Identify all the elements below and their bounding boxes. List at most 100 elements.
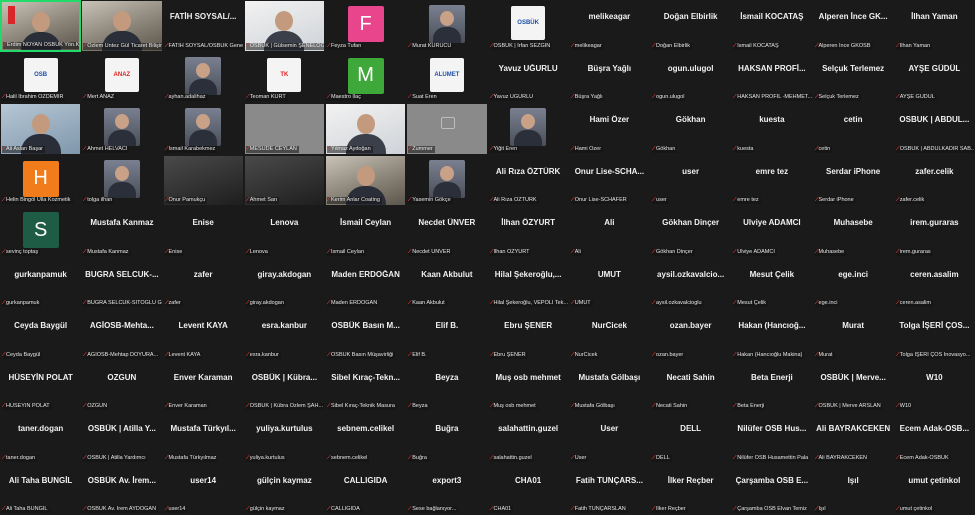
participant-tile[interactable]: user ⁄ user (650, 154, 732, 206)
participant-tile[interactable]: AYŞE GÜDÜL ⁄ AYŞE GÜDÜL (893, 51, 975, 103)
participant-tile[interactable]: DELL ⁄ DELL (650, 412, 732, 464)
participant-tile[interactable]: export3 ⁄ Sese bağlanıyor... (406, 463, 488, 515)
participant-tile[interactable]: OSBÜK | Kübra... ⁄ OSBÜK | Kübra Özlem ŞAH… (243, 360, 325, 412)
participant-tile[interactable]: sebnem.celikel ⁄ sebnem.celikel (325, 412, 407, 464)
participant-tile[interactable]: İlker Reçber ⁄ İlker Reçber (650, 463, 732, 515)
participant-tile[interactable]: İsmail KOCATAŞ ⁄ İsmail KOCATAŞ (731, 0, 813, 52)
participant-tile[interactable]: zafer.celik ⁄ zafer.celik (893, 154, 975, 206)
participant-tile[interactable]: Yavuz UĞURLU ⁄ Yavuz UĞURLU (487, 51, 569, 103)
participant-tile[interactable]: ogun.ulugol ⁄ ogun.ulugol (650, 51, 732, 103)
participant-tile[interactable]: Elif B. ⁄ Elif B. (406, 309, 488, 361)
participant-tile[interactable]: cetin ⁄ cetin (812, 103, 894, 155)
participant-tile[interactable]: TK ⁄ Teoman KURT (243, 51, 325, 103)
participant-tile[interactable]: Alperen İnce GK... ⁄ Alperen İnce GKOSB (812, 0, 894, 52)
participant-tile[interactable]: FATİH SOYSAL/... ⁄ FATİH SOYSAL/OSBÜK Gene… (162, 0, 244, 52)
participant-tile[interactable]: ⁄ Yasemin Gökçe (406, 154, 488, 206)
participant-tile[interactable]: Ceyda Baygül ⁄ Ceyda Baygül (0, 309, 82, 361)
participant-tile[interactable]: Onur Lise-SCHA... ⁄ Onur Lise-SCHAFER (568, 154, 650, 206)
participant-tile[interactable]: kuesta ⁄ kuesta (731, 103, 813, 155)
participant-tile[interactable]: Murat ⁄ Murat (812, 309, 894, 361)
participant-tile[interactable]: gurkanpamuk ⁄ gurkanpamuk (0, 257, 82, 309)
participant-tile[interactable]: İlhan Yaman ⁄ İlhan Yaman (893, 0, 975, 52)
participant-tile[interactable]: ⁄ Ahmet Sarı (243, 154, 325, 206)
participant-tile[interactable]: salahattin.guzel ⁄ salahattin.guzel (487, 412, 569, 464)
participant-tile[interactable]: Fatih TUNÇARS... ⁄ Fatih TUNÇARSLAN (568, 463, 650, 515)
participant-tile[interactable]: zafer ⁄ zafer (162, 257, 244, 309)
participant-tile[interactable]: ANAZ ⁄ Mert ANAZ (81, 51, 163, 103)
participant-tile[interactable]: Çarşamba OSB E... ⁄ Çarşamba OSB Elvan Tem… (731, 463, 813, 515)
participant-tile[interactable]: ceren.asalim ⁄ ceren.asalim (893, 257, 975, 309)
participant-tile[interactable]: ⁄ Yılmaz Aydoğan (325, 103, 407, 155)
participant-tile[interactable]: Levent KAYA ⁄ Levent KAYA (162, 309, 244, 361)
participant-tile[interactable]: Ebru ŞENER ⁄ Ebru ŞENER (487, 309, 569, 361)
participant-tile[interactable]: OSBUK | ABDUL... ⁄ OSBUK | ABDULKADİR SAB.… (893, 103, 975, 155)
participant-tile[interactable]: Tolga İŞERİ ÇOS... ⁄ Tolga İŞERİ ÇOS İnova… (893, 309, 975, 361)
participant-tile[interactable]: OSBÜK Basın M... ⁄ OSBÜK Basın Müşavirliği (325, 309, 407, 361)
participant-tile[interactable]: gülçin kaymaz ⁄ gülçin kaymaz (243, 463, 325, 515)
participant-tile[interactable]: ⁄ Kerim Anlar Coating (325, 154, 407, 206)
participant-tile[interactable]: OSB ⁄ Halil İbrahim ÖZDEMİR (0, 51, 82, 103)
participant-tile[interactable]: giray.akdogan ⁄ giray.akdogan (243, 257, 325, 309)
participant-tile[interactable]: ⁄ OSBÜK | Gülsemin ŞENELOĞLU (243, 0, 325, 52)
participant-tile[interactable]: F ⁄ Feyza Tufan (325, 0, 407, 52)
participant-tile[interactable]: Ulviye ADAMCI ⁄ Ulviye ADAMCI (731, 206, 813, 258)
participant-tile[interactable]: OZGUN ⁄ OZGUN (81, 360, 163, 412)
participant-tile[interactable]: Ali Rıza ÖZTÜRK ⁄ Ali Rıza ÖZTÜRK (487, 154, 569, 206)
participant-tile[interactable]: ⁄ İsmail Karabekmez (162, 103, 244, 155)
participant-tile[interactable]: S ⁄ sevinç toptaş (0, 206, 82, 258)
participant-tile[interactable]: M ⁄ Maestro İlaç (325, 51, 407, 103)
participant-tile[interactable]: Necati Sahin ⁄ Necati Sahin (650, 360, 732, 412)
participant-tile[interactable]: Muhasebe ⁄ Muhasebe (812, 206, 894, 258)
participant-tile[interactable]: Enise ⁄ Enise (162, 206, 244, 258)
participant-tile[interactable]: Lenova ⁄ Lenova (243, 206, 325, 258)
participant-tile[interactable]: ⁄ ayhan.adalihaz (162, 51, 244, 103)
participant-tile[interactable]: Hilal Şekeroğlu,... ⁄ Hilal Şekeroğlu, VEP… (487, 257, 569, 309)
participant-tile[interactable]: Ecem Adak-OSB... ⁄ Ecem Adak-OSBÜK (893, 412, 975, 464)
participant-tile[interactable]: Nilüfer OSB Hus... ⁄ Nilüfer OSB Husametti… (731, 412, 813, 464)
participant-tile[interactable]: Hakan (Hancıoğ... ⁄ Hakan (Hancıoğlu Makin… (731, 309, 813, 361)
participant-tile[interactable]: UMUT ⁄ UMUT (568, 257, 650, 309)
participant-tile[interactable]: ⁄ Onur Pamukçu (162, 154, 244, 206)
participant-tile[interactable]: yuliya.kurtulus ⁄ yuliya.kurtulus (243, 412, 325, 464)
participant-tile[interactable]: ⁄ Zummer (406, 103, 488, 155)
participant-tile[interactable]: Mesut Çelik ⁄ Mesut Çelik (731, 257, 813, 309)
participant-tile[interactable]: Büşra Yağlı ⁄ Büşra Yağlı (568, 51, 650, 103)
participant-tile[interactable]: ege.inci ⁄ ege.inci (812, 257, 894, 309)
participant-tile[interactable]: Muş osb mehmet ⁄ Muş osb mehmet (487, 360, 569, 412)
participant-tile[interactable]: ⁄ Ali Aslan Başar (0, 103, 82, 155)
participant-tile[interactable]: HÜSEYİN POLAT ⁄ HÜSEYİN POLAT (0, 360, 82, 412)
participant-tile[interactable]: Gökhan ⁄ Gökhan (650, 103, 732, 155)
participant-tile[interactable]: melikeagar ⁄ melikeagar (568, 0, 650, 52)
participant-tile[interactable]: Gökhan Dinçer ⁄ Gökhan Dinçer (650, 206, 732, 258)
participant-tile[interactable]: İlhan ÖZYURT ⁄ İlhan ÖZYURT (487, 206, 569, 258)
participant-tile[interactable]: ⁄Erdim NOYAN OSBÜK Yön.Kur.Üyesi (0, 0, 82, 52)
participant-tile[interactable]: Ali Taha BUNGİL ⁄ Ali Taha BUNGİL (0, 463, 82, 515)
participant-tile[interactable]: Mustafa Kanmaz ⁄ Mustafa Kanmaz (81, 206, 163, 258)
participant-tile[interactable]: ALUMET ⁄ Suat Eren (406, 51, 488, 103)
participant-tile[interactable]: Sibel Kıraç-Tekn... ⁄ Sibel Kıraç-Teknik M… (325, 360, 407, 412)
participant-tile[interactable]: taner.dogan ⁄ taner.dogan (0, 412, 82, 464)
participant-tile[interactable]: ⁄ Ahmet HELVACI (81, 103, 163, 155)
participant-tile[interactable]: Beta Enerji ⁄ Beta Enerji (731, 360, 813, 412)
participant-tile[interactable]: W10 ⁄ W10 (893, 360, 975, 412)
participant-tile[interactable]: İsmail Ceylan ⁄ İsmail Ceylan (325, 206, 407, 258)
participant-tile[interactable]: ozan.bayer ⁄ ozan.bayer (650, 309, 732, 361)
participant-tile[interactable]: Mustafa Gölbaşı ⁄ Mustafa Gölbaşı (568, 360, 650, 412)
participant-tile[interactable]: Hami Özer ⁄ Hami Özer (568, 103, 650, 155)
participant-tile[interactable]: ⁄ Murat KURUCU (406, 0, 488, 52)
participant-tile[interactable]: Buğra ⁄ Buğra (406, 412, 488, 464)
participant-tile[interactable]: ⁄ Yiğit Eren (487, 103, 569, 155)
participant-tile[interactable]: Mustafa Türkyıl... ⁄ Mustafa Türkyılmaz (162, 412, 244, 464)
participant-tile[interactable]: Necdet ÜNVER ⁄ Necdet ÜNVER (406, 206, 488, 258)
participant-tile[interactable]: Kaan Akbulut ⁄ Kaan Akbulut (406, 257, 488, 309)
participant-tile[interactable]: OSBÜK ⁄ OSBÜK | İrfan SEZGİN (487, 0, 569, 52)
participant-tile[interactable]: Işıl ⁄ Işıl (812, 463, 894, 515)
participant-tile[interactable]: OSBÜK | Atilla Y... ⁄ OSBÜK | Atilla Yardı… (81, 412, 163, 464)
participant-tile[interactable]: umut çetinkol ⁄ umut çetinkol (893, 463, 975, 515)
participant-tile[interactable]: Selçuk Terlemez ⁄ Selçuk Terlemez (812, 51, 894, 103)
participant-tile[interactable]: ⁄ tolga ilhan (81, 154, 163, 206)
participant-tile[interactable]: BUGRA SELCUK-... ⁄ BUGRA SELCUK-SITOGLU G.… (81, 257, 163, 309)
participant-tile[interactable]: Beyza ⁄ Beyza (406, 360, 488, 412)
participant-tile[interactable]: User ⁄ User (568, 412, 650, 464)
participant-tile[interactable]: CALLIGIDA ⁄ CALLIGIDA (325, 463, 407, 515)
